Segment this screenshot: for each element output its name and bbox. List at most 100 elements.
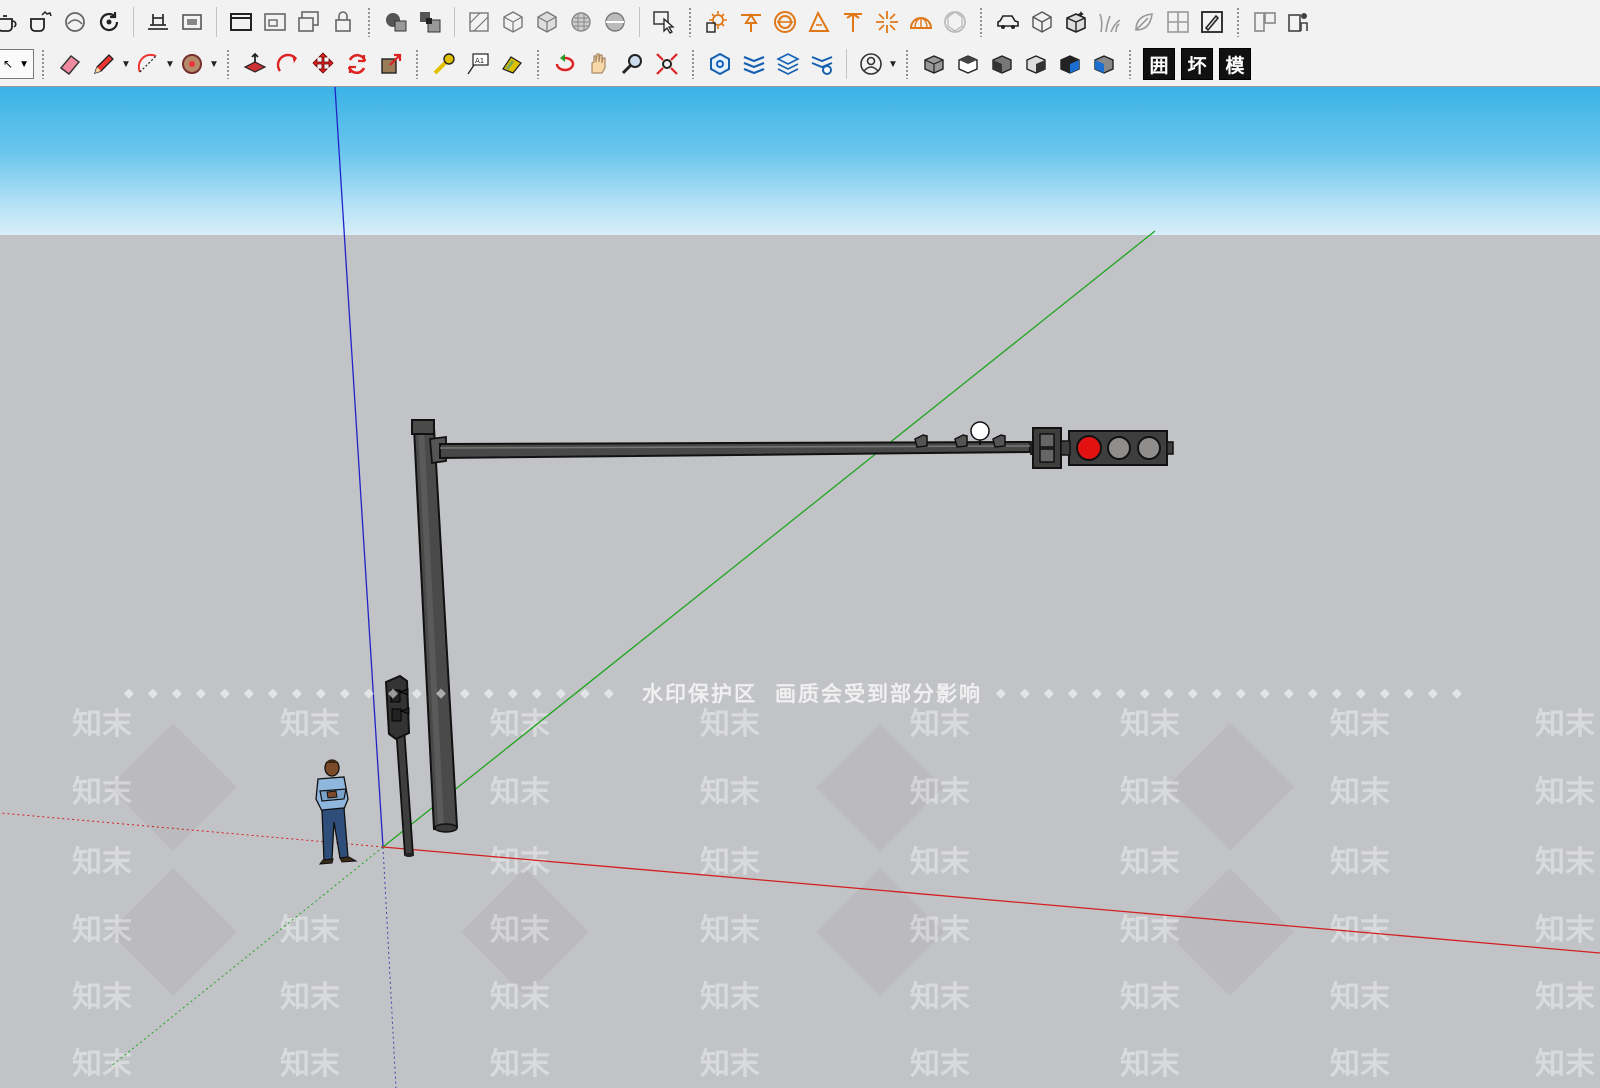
teapot-hand-icon[interactable]	[24, 5, 58, 39]
view-front-icon[interactable]	[985, 47, 1019, 81]
component-window-icon[interactable]	[258, 5, 292, 39]
view-top-icon[interactable]	[951, 47, 985, 81]
text-icon[interactable]: A1	[461, 47, 495, 81]
layers-flow-icon[interactable]	[771, 47, 805, 81]
push-pull-icon[interactable]	[238, 47, 272, 81]
view-left-icon[interactable]	[1087, 47, 1121, 81]
stack-icon[interactable]	[703, 47, 737, 81]
box-shaded-icon[interactable]	[598, 5, 632, 39]
scale-icon[interactable]	[374, 47, 408, 81]
pan-icon[interactable]	[582, 47, 616, 81]
window-icon[interactable]	[224, 5, 258, 39]
box-hidden-line-icon[interactable]	[564, 5, 598, 39]
orbit-soft-icon[interactable]	[58, 5, 92, 39]
view-iso-icon[interactable]	[917, 47, 951, 81]
layers-settings-icon[interactable]	[805, 47, 839, 81]
rotate-icon[interactable]	[340, 47, 374, 81]
signal-arm[interactable]	[439, 421, 1033, 460]
select-mode-dropdown[interactable]: ↖ ▼	[0, 49, 34, 79]
toolbar-grip[interactable]	[1128, 49, 1133, 79]
signal-main-pole[interactable]	[411, 419, 459, 833]
chevron-down-icon[interactable]: ▼	[888, 47, 898, 81]
move-icon[interactable]	[306, 47, 340, 81]
cone-icon[interactable]	[734, 5, 768, 39]
chevron-down-icon[interactable]: ▼	[165, 47, 175, 81]
doc-icon[interactable]	[1248, 5, 1282, 39]
toolbar-grip[interactable]	[226, 49, 231, 79]
car-icon[interactable]	[991, 5, 1025, 39]
toolbar-grip[interactable]	[536, 49, 541, 79]
toolbar-grip[interactable]	[905, 49, 910, 79]
toolbar-grip[interactable]	[691, 49, 696, 79]
select-components-icon[interactable]	[647, 5, 681, 39]
pedestrian-signal[interactable]	[384, 674, 414, 857]
grid-split-icon[interactable]	[1161, 5, 1195, 39]
eraser-icon[interactable]	[53, 47, 87, 81]
paint-icon[interactable]	[495, 47, 529, 81]
toolbar-grip[interactable]	[41, 49, 46, 79]
plugin-button-2[interactable]: 坏	[1181, 48, 1213, 80]
sandbox-icon[interactable]	[462, 5, 496, 39]
lock-icon[interactable]	[326, 5, 360, 39]
overhead-traffic-light[interactable]	[1032, 427, 1174, 469]
toolbar-group-extra	[1244, 4, 1320, 40]
layers-window-icon[interactable]	[292, 5, 326, 39]
paint-bucket-icon[interactable]	[175, 47, 209, 81]
toolbar-grip[interactable]	[979, 7, 984, 37]
model-scene[interactable]	[0, 87, 1600, 1088]
refresh-icon[interactable]	[92, 5, 126, 39]
sun-settings-icon[interactable]	[700, 5, 734, 39]
edit-icon[interactable]	[1195, 5, 1229, 39]
section-plane-icon[interactable]	[141, 5, 175, 39]
pencil-icon[interactable]	[87, 47, 121, 81]
box-x-ray-icon[interactable]	[496, 5, 530, 39]
teapot-icon[interactable]	[0, 5, 24, 39]
watermark-diamond-row: ◆◆◆◆◆◆◆◆◆◆◆◆◆◆◆◆◆◆◆◆	[996, 685, 1476, 701]
chevron-down-icon[interactable]: ▼	[209, 47, 219, 81]
amber-signal-lamp	[1107, 436, 1131, 460]
chevron-down-icon[interactable]: ▼	[121, 47, 131, 81]
toolbar-grip[interactable]	[367, 7, 372, 37]
toolbar-group-draw: ▼ ▼ ▼	[49, 46, 223, 82]
grass-icon[interactable]	[1093, 5, 1127, 39]
tape-measure-icon[interactable]	[427, 47, 461, 81]
orbit-icon[interactable]	[548, 47, 582, 81]
toolbar-grip[interactable]	[688, 7, 693, 37]
slope-icon[interactable]	[802, 5, 836, 39]
view-right-icon[interactable]	[1019, 47, 1053, 81]
leaf-icon[interactable]	[1127, 5, 1161, 39]
arc-icon[interactable]	[131, 47, 165, 81]
circle-rings-icon[interactable]	[768, 5, 802, 39]
model-viewport[interactable]: 知末 知末 知末 知末 知末 知末 知末 知末 知末 知末 知末 知末 知末 知…	[0, 87, 1600, 1088]
zoom-extents-icon[interactable]	[650, 47, 684, 81]
multi-layer-icon[interactable]	[737, 47, 771, 81]
follow-me-icon[interactable]	[272, 47, 306, 81]
toolbar-separator	[846, 49, 847, 79]
cube-icon[interactable]	[1025, 5, 1059, 39]
plugin-button-1[interactable]: 囲	[1143, 48, 1175, 80]
toolbar-group-camera	[544, 46, 688, 82]
pole-icon[interactable]	[836, 5, 870, 39]
sphere-icon[interactable]	[938, 5, 972, 39]
person-shade-icon[interactable]	[1282, 5, 1316, 39]
dome-icon[interactable]	[904, 5, 938, 39]
section-fill-icon[interactable]	[175, 5, 209, 39]
user-account-icon[interactable]	[854, 47, 888, 81]
cube-dark-icon[interactable]	[1059, 5, 1093, 39]
toolbar-group-styles	[458, 4, 636, 40]
intersect-icon[interactable]	[379, 5, 413, 39]
toolbar-separator	[639, 7, 640, 37]
view-back-icon[interactable]	[1053, 47, 1087, 81]
toolbar-area: ↖ ▼ ▼ ▼ ▼ A1 ▼ 囲 坏 模	[0, 0, 1600, 87]
toolbar-grip[interactable]	[415, 49, 420, 79]
box-wireframe-icon[interactable]	[530, 5, 564, 39]
toolbar-grip[interactable]	[1236, 7, 1241, 37]
toolbar-separator	[133, 7, 134, 37]
solid-tools-icon[interactable]	[413, 5, 447, 39]
human-scale-figure[interactable]	[315, 759, 358, 865]
plugin-button-3[interactable]: 模	[1219, 48, 1251, 80]
sparkle-icon[interactable]	[870, 5, 904, 39]
toolbar-group-objects	[987, 4, 1233, 40]
green-axis	[382, 230, 1156, 848]
zoom-icon[interactable]	[616, 47, 650, 81]
